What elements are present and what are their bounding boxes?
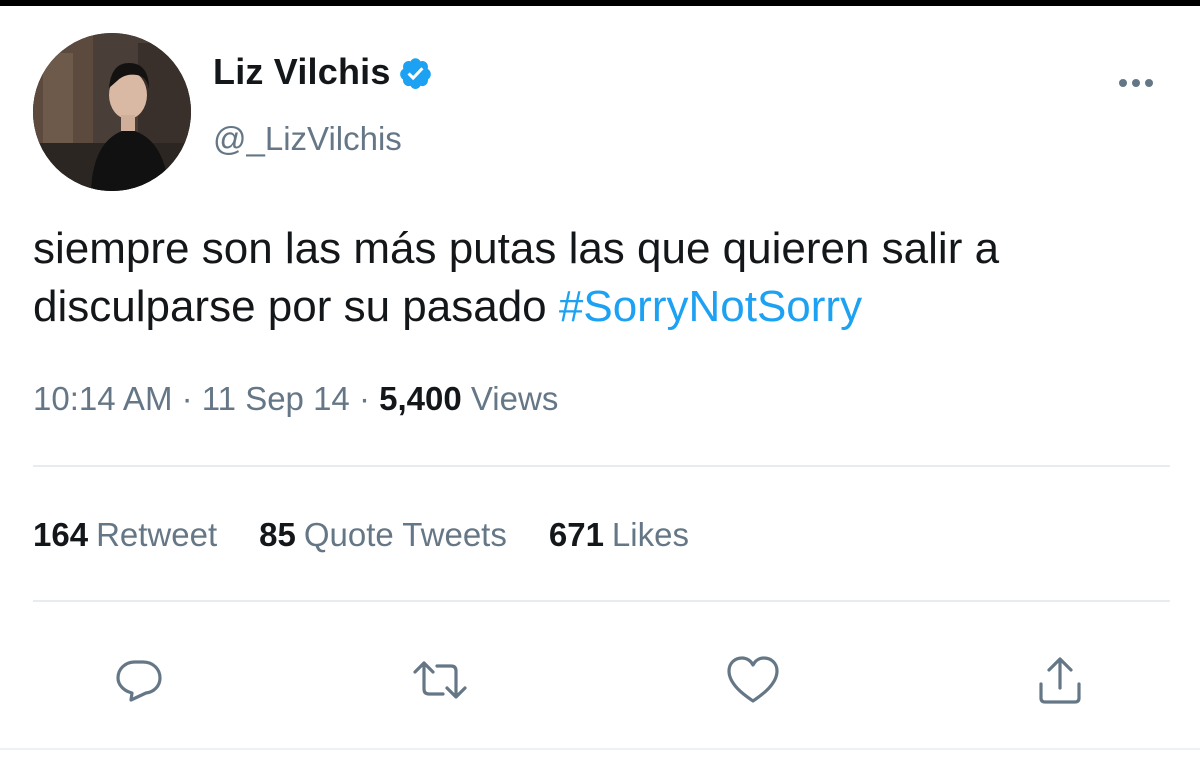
likes-count: 671	[548, 516, 604, 553]
likes-label: Likes	[611, 516, 689, 553]
top-edge-bar	[0, 0, 1200, 6]
verified-badge-icon	[398, 56, 433, 91]
engagement-stats: 164 Retweet 85 Quote Tweets 671 Likes	[33, 516, 731, 554]
author-display-name[interactable]: Liz Vilchis	[213, 51, 391, 93]
author-name-row[interactable]: Liz Vilchis	[213, 51, 433, 93]
views-count: 5,400	[379, 380, 462, 417]
bottom-divider	[0, 748, 1200, 750]
tweet-time[interactable]: 10:14 AM	[33, 380, 172, 417]
reply-button[interactable]	[109, 650, 169, 710]
like-icon	[727, 656, 779, 703]
share-button[interactable]	[1030, 650, 1090, 710]
quote-tweets-stat[interactable]: 85 Quote Tweets	[259, 516, 507, 554]
avatar[interactable]	[33, 33, 191, 191]
author-handle[interactable]: @_LizVilchis	[213, 120, 402, 158]
quotes-count: 85	[259, 516, 296, 553]
share-icon	[1039, 657, 1081, 704]
retweets-count: 164	[33, 516, 89, 553]
tweet-screenshot: Liz Vilchis @_LizVilchis siempre son las…	[0, 0, 1200, 762]
quotes-label: Quote Tweets	[303, 516, 507, 553]
views-label: Views	[470, 380, 559, 417]
tweet-text: siempre son las más putas las que quiere…	[33, 220, 1173, 336]
divider	[33, 465, 1170, 467]
more-options-icon[interactable]	[1112, 66, 1160, 100]
tweet-meta: 10:14 AM · 11 Sep 14 · 5,400 Views	[33, 380, 558, 418]
tweet-date[interactable]: 11 Sep 14	[202, 380, 350, 417]
retweet-icon	[413, 661, 467, 699]
divider	[33, 600, 1170, 602]
retweets-label: Retweet	[96, 516, 218, 553]
meta-separator: ·	[349, 380, 380, 417]
like-button[interactable]	[723, 650, 783, 710]
meta-separator: ·	[172, 380, 202, 417]
reply-icon	[116, 660, 162, 702]
likes-stat[interactable]: 671 Likes	[549, 516, 689, 554]
retweet-button[interactable]	[410, 650, 470, 710]
avatar-photo	[33, 33, 191, 191]
hashtag-link[interactable]: #SorryNotSorry	[559, 282, 862, 331]
retweets-stat[interactable]: 164 Retweet	[33, 516, 217, 554]
